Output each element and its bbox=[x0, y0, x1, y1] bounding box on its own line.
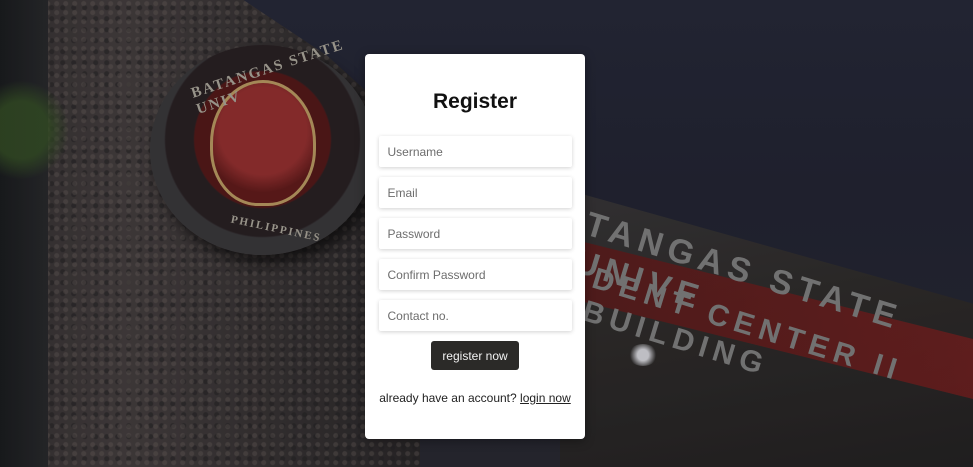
register-title: Register bbox=[432, 90, 518, 113]
login-now-link[interactable]: login now bbox=[520, 391, 571, 405]
email-input[interactable] bbox=[378, 177, 572, 208]
register-card: Register register now already have an ac… bbox=[365, 54, 585, 439]
username-input[interactable] bbox=[378, 136, 572, 167]
register-fields bbox=[365, 136, 585, 331]
login-prompt: already have an account? login now bbox=[365, 391, 585, 405]
login-prompt-text: already have an account? bbox=[379, 391, 517, 405]
confirm-password-input[interactable] bbox=[378, 259, 572, 290]
contact-number-input[interactable] bbox=[378, 300, 572, 331]
password-input[interactable] bbox=[378, 218, 572, 249]
register-now-button[interactable]: register now bbox=[431, 341, 519, 370]
